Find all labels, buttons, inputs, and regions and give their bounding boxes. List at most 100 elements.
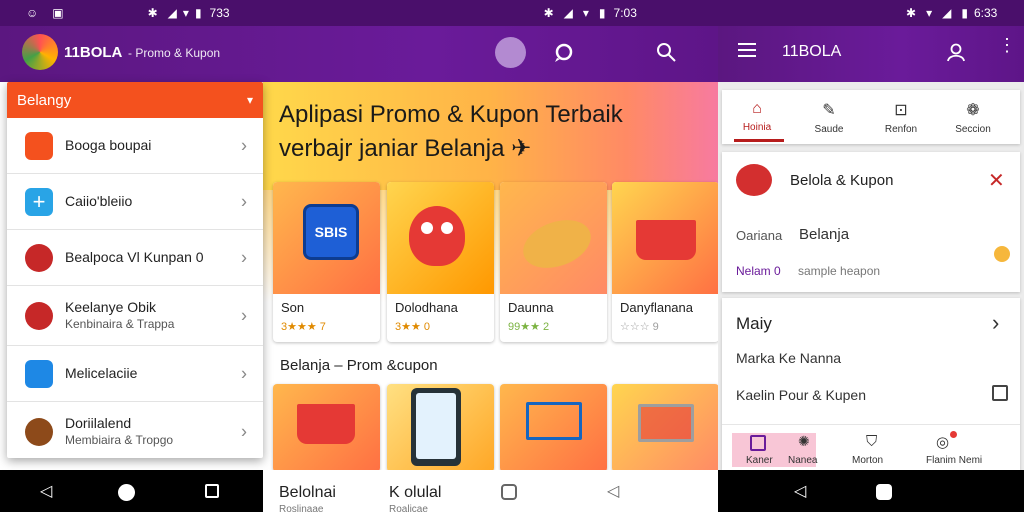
promo-card-image [612,182,718,294]
users-icon: ✺ [798,433,810,449]
chat-icon[interactable] [552,42,574,64]
notification-dot [950,431,957,438]
list-item[interactable]: Marka Ke Nanna [736,350,841,366]
dropdown-item[interactable]: + Caiio'bleiio › [7,174,263,230]
right-screen: ✱ ▾ ◢ ▮ 6:33 11BOLA ⋮ ⌂ Hoinia ✎ Saude ⊡… [718,0,1024,512]
dropdown-item-label: Booga boupai [65,137,152,153]
brand-title: 11BOLA [64,44,123,61]
bottom-sub: Roalicae [389,504,428,512]
settings-icon: ❁ [966,102,980,119]
dropdown-item[interactable]: Melicelaciie › [7,346,263,402]
promo-detail-title: Belola & Kupon [790,172,894,189]
promo-card[interactable]: Dolodhana 3★★ 0 [387,182,494,342]
dropdown-item[interactable]: Bealpoca Vl Kunpan 0 › [7,230,263,286]
back-icon[interactable]: ◁ [607,481,619,501]
nav-bar: ◁ [0,470,263,512]
search-icon[interactable] [655,41,677,63]
status-bar: ✱ ▾ ◢ ▮ 6:33 [718,0,1024,26]
mascot-icon [25,301,53,330]
chevron-down-icon[interactable]: ▾ [247,93,253,107]
battery-icon: ▮ [961,6,968,20]
battery-icon: ▮ [598,6,606,20]
dropdown-item-label: Melicelaciie [65,365,138,381]
wallet-icon [25,359,53,388]
square-icon [750,435,766,451]
promo-card-image: SBIS [273,182,380,294]
more-icon[interactable]: ⋮ [998,36,1016,54]
promo-card-title: Dolodhana [395,300,458,315]
home-icon[interactable] [876,484,892,500]
promo-card[interactable]: Danyflanana ☆☆☆ 9 [612,182,718,342]
tab-home[interactable]: ⌂ Hoinia [726,90,788,142]
recents-icon[interactable] [205,484,219,498]
status-time: 733 [209,6,230,20]
menu-icon[interactable] [738,43,756,57]
fruit-icon [736,164,772,196]
dropdown-header[interactable]: Belangy ▾ [7,82,263,118]
avatar[interactable] [495,37,526,68]
bottom-tab-label[interactable]: Morton [852,455,883,466]
back-icon[interactable]: ◁ [40,481,52,501]
wifi-icon: ▾ [182,6,189,20]
hero-banner: Aplipasi Promo & Kupon Terbaik verbajr ja… [263,82,718,190]
bottom-sub: Roslinaae [279,504,324,512]
signal-icon: ◢ [563,6,573,20]
dropdown-item[interactable]: Booga boupai › [7,118,263,174]
home-icon: ⌂ [752,100,762,117]
promo-card[interactable]: Daunna 99★★ 2 [500,182,607,342]
dropdown-item-label: Caiio'bleiio [65,193,133,209]
dropdown-item[interactable]: Doriilalend Membiaira & Tropgo › [7,402,263,458]
dropdown-item[interactable]: Keelanye Obik Kenbinaira & Trappa › [7,286,263,346]
mascot-icon [25,243,53,272]
hero-title: Aplipasi Promo & Kupon Terbaik verbajr ja… [279,101,623,162]
category-dropdown[interactable]: Belangy ▾ Booga boupai › + Caiio'bleiio … [7,82,263,458]
tab-inbox[interactable]: ⊡ Renfon [870,90,932,142]
product-card[interactable] [387,384,494,472]
back-icon[interactable]: ◁ [794,481,806,501]
inbox-icon: ⊡ [894,102,908,119]
bottom-tab-label: Kaner [746,455,773,466]
close-icon[interactable]: ✕ [988,168,1005,193]
bottom-tab-label[interactable]: Nanea [788,455,817,466]
chevron-right-icon[interactable]: › [992,310,999,336]
bottom-label[interactable]: K olulal [389,484,441,502]
nav-bar: ◁ [718,470,1024,512]
chevron-right-icon: › [241,421,247,442]
tab-edit[interactable]: ✎ Saude [798,90,860,142]
dropdown-title: Belangy [17,91,72,109]
bluetooth-icon: ✱ [543,6,554,20]
notification-icon: ◎ [936,434,950,451]
bottom-label[interactable]: Belolnai [279,484,336,502]
product-card[interactable] [612,384,718,472]
dropdown-item-label: Doriilalend [65,415,132,431]
bottom-tab-label[interactable]: Flanim Nemi [926,455,982,466]
app-logo-icon[interactable] [22,34,58,70]
phone-icon [411,388,461,466]
profile-icon[interactable] [946,42,966,62]
signal-icon: ◢ [942,6,952,20]
chevron-right-icon: › [241,363,247,383]
tab-settings[interactable]: ❁ Seccion [942,90,1004,142]
promo-card[interactable]: SBIS Son 3★★★ 7 [273,182,380,342]
field-label: Oariana [736,228,783,243]
bottom-tab-bar: Kaner ✺ Nanea ⛉ Morton ◎ Flanim Nemi [722,424,1020,470]
recents-icon[interactable] [501,484,517,500]
pencil-icon: ✎ [822,102,836,119]
promo-detail-card: Belola & Kupon ✕ Oariana Belanja Nelam 0… [722,152,1020,292]
home-icon[interactable] [118,484,135,501]
promo-card-title: Danyflanana [620,300,693,315]
battery-icon: ▮ [194,6,202,20]
promo-card-title: Daunna [508,300,554,315]
wifi-icon: ▾ [926,6,933,20]
bluetooth-icon: ✱ [906,6,917,20]
checkbox[interactable] [992,385,1008,401]
image-status-icon: ▣ [52,6,64,20]
field-value[interactable]: Belanja [799,226,849,243]
list-item[interactable]: Kaelin Pour & Kupen [736,387,866,403]
product-card[interactable] [273,384,380,472]
list-card: Maiy › Marka Ke Nanna Kaelin Pour & Kupe… [722,298,1020,470]
hint-text: sample heapon [798,264,881,278]
product-card[interactable] [500,384,607,472]
app-bar: 11BOLA - Promo & Kupon [0,26,718,82]
dropdown-item-label: Bealpoca Vl Kunpan 0 [65,249,204,265]
